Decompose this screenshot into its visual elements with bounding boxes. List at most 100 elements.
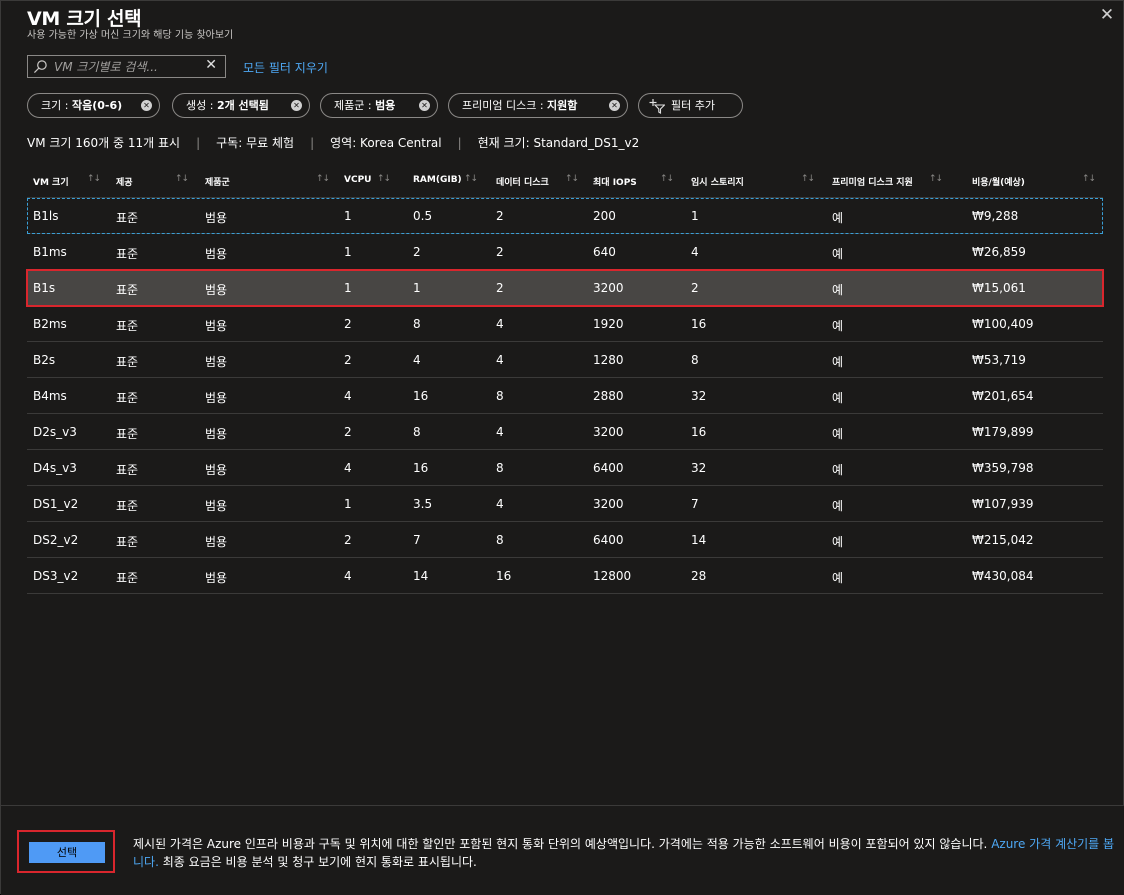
filter-pill-size[interactable]: 크기 : 작음(0-6) ✕ [27, 93, 160, 118]
search-input[interactable] [54, 57, 194, 76]
vm-size-cell: B4ms [33, 389, 67, 403]
close-icon[interactable]: ✕ [1097, 5, 1117, 25]
table-row[interactable]: D4s_v3 표준 범용 4 16 8 6400 32 예 ₩359,798 [27, 450, 1103, 486]
family-cell: 범용 [205, 535, 228, 549]
cost-cell: ₩359,798 [972, 461, 1034, 475]
col-cost-header[interactable]: 비용/월(예상) [972, 175, 1025, 188]
col-vm-size-header[interactable]: VM 크기 [33, 175, 69, 188]
table-row[interactable]: B4ms 표준 범용 4 16 8 2880 32 예 ₩201,654 [27, 378, 1103, 414]
table-row[interactable]: B1ms 표준 범용 1 2 2 640 4 예 ₩26,859 [27, 234, 1103, 270]
ram-cell: 1 [413, 281, 421, 295]
sort-icon[interactable]: ↑↓ [660, 174, 674, 184]
ram-cell: 14 [413, 569, 429, 583]
vm-size-cell: D4s_v3 [33, 461, 77, 475]
premium-disk-cell: 예 [832, 247, 844, 261]
table-row[interactable]: B2s 표준 범용 2 4 4 1280 8 예 ₩53,719 [27, 342, 1103, 378]
page-subtitle: 사용 가능한 가상 머신 크기와 해당 기능 찾아보기 [27, 30, 234, 41]
cost-cell: ₩215,042 [972, 533, 1034, 547]
ram-cell: 16 [413, 461, 429, 475]
add-filter-button[interactable]: 필터 추가 [638, 93, 743, 118]
sort-icon[interactable]: ↑↓ [1082, 174, 1096, 184]
filter-pill-value: 범용 [375, 99, 396, 112]
footer: 선택 제시된 가격은 Azure 인프라 비용과 구독 및 위치에 대한 할인만… [1, 805, 1124, 895]
clear-search-icon[interactable]: ✕ [205, 57, 217, 73]
temp-storage-cell: 7 [691, 497, 699, 511]
cost-cell: ₩53,719 [972, 353, 1026, 367]
vcpu-cell: 1 [344, 497, 352, 511]
col-offering-header[interactable]: 제공 [116, 175, 133, 188]
max-iops-cell: 3200 [593, 425, 624, 439]
premium-disk-cell: 예 [832, 571, 844, 585]
ram-cell: 2 [413, 245, 421, 259]
filter-pill-label: 크기 : [41, 99, 72, 112]
cost-cell: ₩107,939 [972, 497, 1034, 511]
sort-icon[interactable]: ↑↓ [175, 174, 189, 184]
family-cell: 범용 [205, 391, 228, 405]
col-premium-disk-header[interactable]: 프리미엄 디스크 지원 [832, 175, 913, 188]
remove-filter-icon[interactable]: ✕ [609, 100, 620, 111]
offering-cell: 표준 [116, 427, 139, 441]
premium-disk-cell: 예 [832, 463, 844, 477]
vm-size-cell: B1ms [33, 245, 67, 259]
disclaimer-text-2: 최종 요금은 비용 분석 및 청구 보기에 현지 통화로 표시됩니다. [158, 855, 477, 869]
table-row[interactable]: DS1_v2 표준 범용 1 3.5 4 3200 7 예 ₩107,939 [27, 486, 1103, 522]
table-row[interactable]: B1ls 표준 범용 1 0.5 2 200 1 예 ₩9,288 [27, 198, 1103, 234]
clear-all-filters-link[interactable]: 모든 필터 지우기 [243, 59, 328, 76]
family-cell: 범용 [205, 283, 228, 297]
table-row[interactable]: B2ms 표준 범용 2 8 4 1920 16 예 ₩100,409 [27, 306, 1103, 342]
vm-size-cell: B1s [33, 281, 56, 295]
table-header: VM 크기 ↑↓ 제공 ↑↓ 제품군 ↑↓ VCPU ↑↓ RAM(GIB) ↑↓ 데이터 디스크 ↑… [27, 164, 1103, 198]
col-ram-header[interactable]: RAM(GIB) [413, 175, 462, 185]
vcpu-cell: 2 [344, 425, 352, 439]
table-row[interactable]: DS3_v2 표준 범용 4 14 16 12800 28 예 ₩430,084 [27, 558, 1103, 594]
sort-icon[interactable]: ↑↓ [316, 174, 330, 184]
remove-filter-icon[interactable]: ✕ [419, 100, 430, 111]
remove-filter-icon[interactable]: ✕ [141, 100, 152, 111]
offering-cell: 표준 [116, 391, 139, 405]
filter-pill-label: 프리미엄 디스크 : [462, 99, 548, 112]
data-disks-cell: 2 [496, 245, 504, 259]
col-data-disks-header[interactable]: 데이터 디스크 [496, 175, 549, 188]
filter-pill-generation[interactable]: 생성 : 2개 선택됨 ✕ [172, 93, 310, 118]
vm-size-table: VM 크기 ↑↓ 제공 ↑↓ 제품군 ↑↓ VCPU ↑↓ RAM(GIB) ↑↓ 데이터 디스크 ↑… [26, 164, 1104, 594]
family-cell: 범용 [205, 427, 228, 441]
cost-cell: ₩100,409 [972, 317, 1034, 331]
table-row[interactable]: B1s 표준 범용 1 1 2 3200 2 예 ₩15,061 [26, 269, 1104, 307]
filter-pill-family[interactable]: 제품군 : 범용 ✕ [320, 93, 438, 118]
sort-icon[interactable]: ↑↓ [377, 174, 391, 184]
col-family-header[interactable]: 제품군 [205, 175, 230, 188]
col-max-iops-header[interactable]: 최대 IOPS [593, 175, 637, 188]
remove-filter-icon[interactable]: ✕ [291, 100, 302, 111]
col-temp-storage-header[interactable]: 임시 스토리지 [691, 175, 744, 188]
cost-cell: ₩201,654 [972, 389, 1034, 403]
family-cell: 범용 [205, 211, 228, 225]
vcpu-cell: 1 [344, 281, 352, 295]
results-count: VM 크기 160개 중 11개 표시 [27, 136, 181, 150]
offering-cell: 표준 [116, 247, 139, 261]
cost-cell: ₩430,084 [972, 569, 1034, 583]
premium-disk-cell: 예 [832, 211, 844, 225]
temp-storage-cell: 16 [691, 317, 707, 331]
vm-size-cell: DS2_v2 [33, 533, 79, 547]
sort-icon[interactable]: ↑↓ [929, 174, 943, 184]
temp-storage-cell: 32 [691, 461, 707, 475]
ram-cell: 0.5 [413, 209, 433, 223]
temp-storage-cell: 4 [691, 245, 699, 259]
data-disks-cell: 8 [496, 389, 504, 403]
col-vcpu-header[interactable]: VCPU [344, 175, 371, 185]
max-iops-cell: 640 [593, 245, 616, 259]
temp-storage-cell: 1 [691, 209, 699, 223]
table-row[interactable]: DS2_v2 표준 범용 2 7 8 6400 14 예 ₩215,042 [27, 522, 1103, 558]
table-row[interactable]: D2s_v3 표준 범용 2 8 4 3200 16 예 ₩179,899 [27, 414, 1103, 450]
sort-icon[interactable]: ↑↓ [464, 174, 478, 184]
ram-cell: 8 [413, 317, 421, 331]
sort-icon[interactable]: ↑↓ [801, 174, 815, 184]
filter-pill-premium-disk[interactable]: 프리미엄 디스크 : 지원함 ✕ [448, 93, 628, 118]
premium-disk-cell: 예 [832, 391, 844, 405]
sort-icon[interactable]: ↑↓ [87, 174, 101, 184]
vcpu-cell: 2 [344, 353, 352, 367]
select-button[interactable]: 선택 [29, 842, 105, 863]
sort-icon[interactable]: ↑↓ [565, 174, 579, 184]
filter-pill-label: 제품군 : [334, 99, 376, 112]
premium-disk-cell: 예 [832, 283, 844, 297]
